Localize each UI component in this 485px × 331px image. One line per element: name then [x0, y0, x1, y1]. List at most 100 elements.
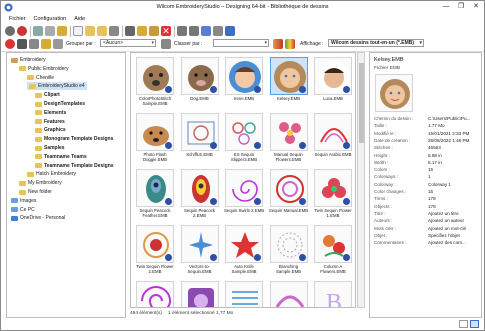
tree-item[interactable]: EmbroideryStudio e4	[27, 82, 87, 91]
tree-item[interactable]: Samples	[35, 144, 65, 152]
display-filter-value: Wilcom dessins tout-en-un (*.EMB)	[331, 40, 415, 46]
design-thumbnail[interactable]: ColorPhotoStitch Sample.EMB	[134, 55, 176, 110]
design-file-name: Auto Knife Sample.EMB	[231, 264, 257, 274]
design-thumbnail[interactable]: Kelsey.EMB	[268, 55, 310, 110]
design-thumbnail[interactable]: Irene.EMB	[223, 55, 265, 110]
design-thumbnail[interactable]: Twin Sequin Flower 2.EMB	[134, 223, 176, 278]
design-thumbnail[interactable]: Auto Knife Sample.EMB	[223, 223, 265, 278]
design-thumbnail[interactable]: ES Sequin Slipper3.EMB	[223, 111, 265, 166]
group-by-select[interactable]: <Aucun> ▾	[100, 39, 156, 47]
design-file-name: Sequin Arabic.EMB	[314, 152, 352, 157]
tag-icon[interactable]	[29, 39, 39, 49]
property-value[interactable]: Spécifiez l'objet	[428, 233, 460, 238]
new-file-icon[interactable]	[73, 26, 83, 36]
design-thumbnail[interactable]: Sequin Arabic.EMB	[312, 111, 354, 166]
design-thumbnail[interactable]: Sequin Peacock 2.EMB	[179, 167, 221, 222]
menu-configuration[interactable]: Configuration	[34, 16, 67, 22]
design-thumbnail[interactable]	[134, 279, 176, 307]
tree-item[interactable]: Embroidery	[11, 56, 46, 64]
thumbnail-view-icon[interactable]	[470, 320, 479, 328]
property-value[interactable]: Ajoutez un auteur	[428, 218, 464, 223]
tree-item[interactable]: New folder	[19, 188, 52, 196]
design-thumbnail[interactable]: Sequin Manual.EMB	[268, 167, 310, 222]
tree-item[interactable]: OneDrive - Personal	[11, 214, 65, 222]
design-thumbnail[interactable]	[268, 279, 310, 307]
delete-icon[interactable]: ✕	[161, 26, 171, 36]
wilcom-icon[interactable]	[17, 26, 27, 36]
tree-item-label: Samples	[44, 145, 65, 151]
stitch-icon[interactable]	[225, 26, 235, 36]
tree-item[interactable]: Public Embroidery	[19, 65, 69, 73]
tree-item-label: DesignTemplates	[44, 101, 86, 107]
design-thumbnail[interactable]: Luca.EMB	[312, 55, 354, 110]
property-value[interactable]: Ajoutez des com...	[428, 240, 466, 245]
display-filter-select[interactable]: Wilcom dessins tout-en-un (*.EMB) ▾	[328, 39, 424, 47]
tree-item[interactable]: Monogram Template Designs	[35, 135, 113, 143]
tree-item-label: Ce PC	[20, 206, 35, 213]
batch-convert-icon[interactable]	[201, 26, 211, 36]
design-thumbnail[interactable]	[223, 279, 265, 307]
minimize-button[interactable]: —	[439, 2, 453, 12]
filter-icon[interactable]	[53, 39, 63, 49]
info-icon[interactable]	[17, 39, 27, 49]
folder-sync-icon[interactable]	[57, 26, 67, 36]
property-key: Color changes :	[374, 189, 407, 194]
folder-filter-icon[interactable]	[41, 39, 51, 49]
sort-by-select[interactable]: ▾	[213, 39, 269, 47]
paste-icon[interactable]	[149, 26, 159, 36]
design-file-name: Photo Flash Doggie.EMB	[142, 152, 168, 162]
property-value[interactable]: Ajoutez un mot-clé	[428, 226, 466, 231]
home-icon[interactable]	[5, 26, 15, 36]
folder-up-icon[interactable]	[97, 26, 107, 36]
print-preview-icon[interactable]	[189, 26, 199, 36]
design-thumbnail[interactable]: Twin Sequin Flower 1.EMB	[312, 167, 354, 222]
group-toggle-icon[interactable]	[161, 39, 171, 49]
design-thumbnail[interactable]: Column A Flowers.EMB	[312, 223, 354, 278]
design-thumbnail[interactable]	[179, 279, 221, 307]
tree-item[interactable]: Chenille	[27, 74, 54, 82]
document-icon[interactable]	[109, 26, 119, 36]
design-thumbnail[interactable]: Branching Sample.EMB	[268, 223, 310, 278]
design-thumbnail[interactable]: Sequin Peacock Feather.EMB	[134, 167, 176, 222]
tree-item[interactable]: Ce PC	[11, 206, 35, 214]
design-thumbnail[interactable]: Sequin Swirls 2.EMB	[223, 167, 265, 222]
design-thumbnail[interactable]: Photo Flash Doggie.EMB	[134, 111, 176, 166]
pin-icon[interactable]	[33, 26, 43, 36]
no-filter-icon[interactable]	[5, 39, 15, 49]
gallery-scrollbar[interactable]	[357, 52, 365, 308]
tree-item[interactable]: Features	[35, 118, 65, 126]
tree-item[interactable]: Graphics	[35, 126, 66, 134]
property-value: 178	[428, 203, 436, 209]
sort-alpha-icon[interactable]	[285, 39, 295, 49]
design-thumbnail[interactable]: Manual Sequin Flowers.EMB	[268, 111, 310, 166]
design-thumbnail[interactable]: Dog.EMB	[179, 55, 221, 110]
open-folder-icon[interactable]	[85, 26, 95, 36]
design-thumbnail[interactable]: SchiffLE.EMB	[179, 111, 221, 166]
export-icon[interactable]	[213, 26, 223, 36]
property-value[interactable]: Ajoutez un titre	[428, 211, 459, 216]
tree-item[interactable]: Hatch Embroidery	[27, 170, 76, 178]
tree-item[interactable]: DesignTemplates	[35, 100, 85, 108]
menu-aide[interactable]: Aide	[74, 16, 85, 22]
search-folder-icon[interactable]	[45, 26, 55, 36]
design-thumbnail[interactable]: Vectors-to-Sequin.EMB	[179, 223, 221, 278]
cut-icon[interactable]	[125, 26, 135, 36]
tree-item[interactable]: Clipart	[35, 91, 60, 99]
maximize-button[interactable]: ❐	[454, 2, 468, 12]
tree-item[interactable]: Elements	[35, 109, 66, 117]
design-gallery: ColorPhotoStitch Sample.EMB Dog.EMB Irene.…	[130, 52, 356, 308]
print-icon[interactable]	[177, 26, 187, 36]
tree-item[interactable]: Images	[11, 197, 36, 205]
design-thumbnail[interactable]: B	[312, 279, 354, 307]
copy-icon[interactable]	[137, 26, 147, 36]
tree-item[interactable]: Teamname Template Designs	[35, 162, 114, 170]
tree-item[interactable]: My Embroidery	[19, 179, 62, 187]
scrollbar-thumb[interactable]	[359, 63, 364, 143]
close-button[interactable]: ✕	[469, 2, 483, 12]
tree-item[interactable]: Teamname Teams	[35, 153, 87, 161]
property-key: Mots clés :	[374, 225, 396, 231]
design-preview-image	[225, 281, 263, 307]
list-view-icon[interactable]	[459, 320, 468, 328]
menu-fichier[interactable]: Fichier	[9, 16, 26, 22]
sort-direction-icon[interactable]	[273, 39, 283, 49]
